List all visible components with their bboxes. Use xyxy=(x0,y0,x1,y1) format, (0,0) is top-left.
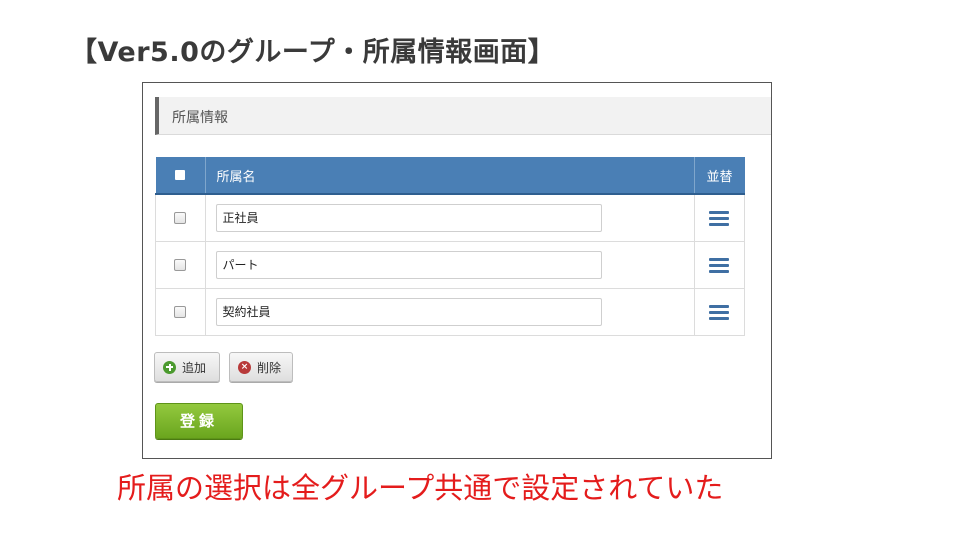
row-checkbox[interactable] xyxy=(174,306,187,318)
add-button[interactable]: 追加 xyxy=(154,352,220,382)
affiliation-name-input[interactable]: 正社員 xyxy=(215,204,602,232)
name-column-label: 所属名 xyxy=(216,169,256,185)
slide-title: 【Ver5.0のグループ・所属情報画面】 xyxy=(70,37,556,68)
delete-button[interactable]: × 削除 xyxy=(229,352,293,382)
select-all-cell xyxy=(155,157,206,195)
drag-handle-icon[interactable] xyxy=(709,302,730,323)
delete-button-label: 削除 xyxy=(257,360,282,375)
section-title: 所属情報 xyxy=(172,110,228,126)
table-row: 正社員 xyxy=(155,193,745,242)
affiliation-name-input[interactable]: 契約社員 xyxy=(215,298,602,326)
plus-circle-icon xyxy=(163,360,176,374)
table-row: パート xyxy=(155,241,745,289)
register-button[interactable]: 登録 xyxy=(155,403,243,439)
sort-column-header: 並替 xyxy=(694,157,745,195)
affiliation-table: 所属名 並替 正社員 パート 契約社員 xyxy=(155,157,745,336)
name-column-header: 所属名 xyxy=(205,157,695,195)
table-header-row: 所属名 並替 xyxy=(155,157,745,195)
sort-column-label: 並替 xyxy=(706,169,733,185)
row-checkbox[interactable] xyxy=(174,259,187,271)
affiliation-name-input[interactable]: パート xyxy=(215,251,602,279)
screenshot-frame: 所属情報 所属名 並替 正社員 パート 契約社員 追加 × 削除 登録 xyxy=(142,82,772,459)
x-circle-icon: × xyxy=(238,360,251,374)
select-all-checkbox[interactable] xyxy=(175,170,185,180)
row-checkbox[interactable] xyxy=(174,212,187,224)
drag-handle-icon[interactable] xyxy=(709,255,730,276)
annotation-note: 所属の選択は全グループ共通で設定されていた xyxy=(117,471,724,505)
drag-handle-icon[interactable] xyxy=(709,208,730,229)
add-button-label: 追加 xyxy=(182,360,207,375)
table-row: 契約社員 xyxy=(155,288,745,336)
section-header: 所属情報 xyxy=(155,97,771,135)
